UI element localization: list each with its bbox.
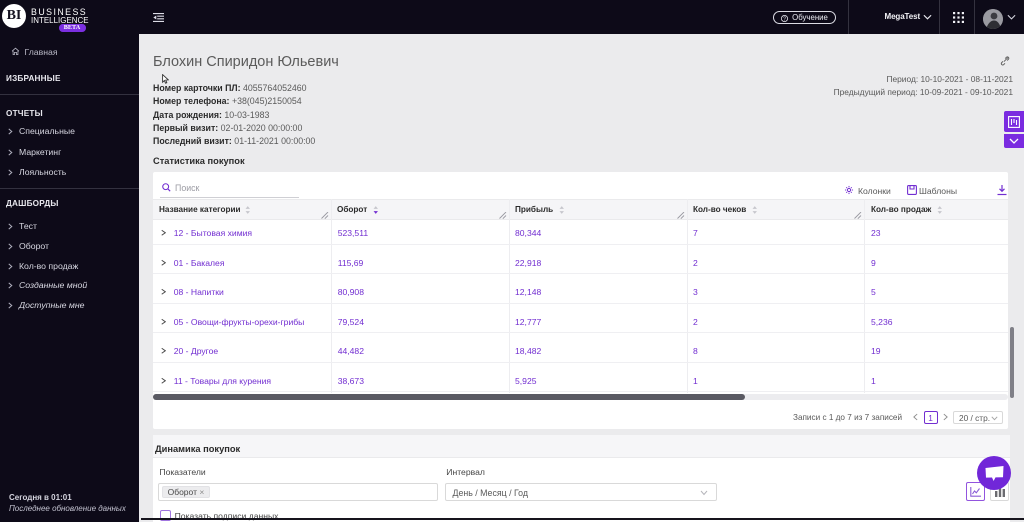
svg-text:?: ? <box>783 16 786 22</box>
